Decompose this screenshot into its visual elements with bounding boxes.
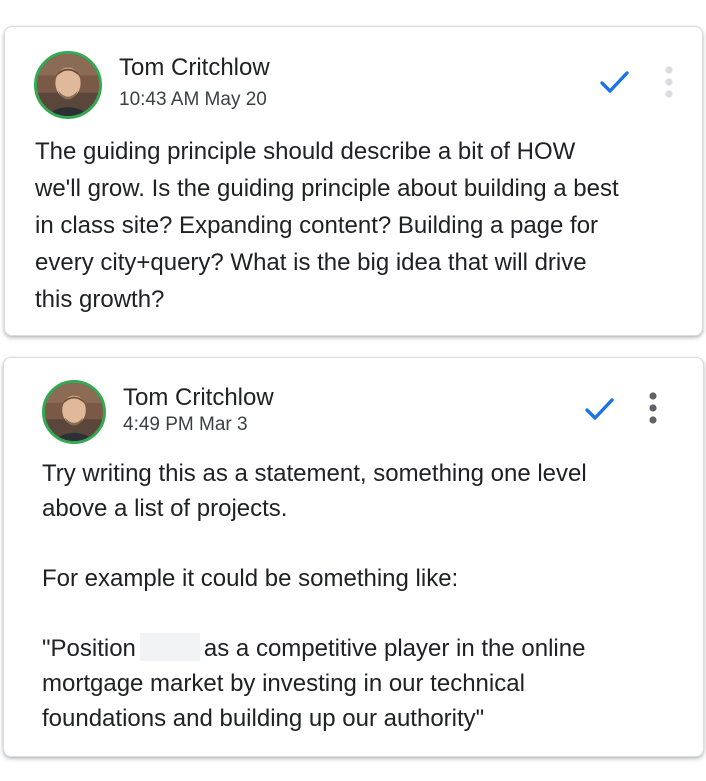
avatar (34, 51, 102, 119)
comment-text-line: The guiding principle should describe a … (35, 138, 576, 165)
comment-card[interactable]: Tom Critchlow 4:49 PM Mar 3 Try writing … (3, 357, 704, 757)
resolve-button[interactable] (595, 63, 633, 101)
comment-timestamp: 4:49 PM Mar 3 (123, 414, 248, 435)
more-vertical-icon (649, 392, 657, 424)
comment-text-line: in class site? Expanding content? Buildi… (35, 212, 599, 239)
comment-author: Tom Critchlow (119, 54, 270, 81)
comment-author: Tom Critchlow (123, 384, 274, 411)
comment-text-line: mortgage market by investing in our tech… (42, 670, 525, 697)
comment-text-line: Try writing this as a statement, somethi… (42, 460, 587, 487)
avatar (42, 380, 106, 444)
resolve-button[interactable] (580, 390, 618, 428)
more-options-button[interactable] (643, 390, 663, 428)
comment-text-line: this growth? (35, 286, 165, 313)
avatar-photo (37, 54, 99, 116)
checkmark-icon (600, 71, 629, 93)
comment-card[interactable]: Tom Critchlow 10:43 AM May 20 The guidin… (4, 26, 703, 336)
comment-text-line: above a list of projects. (42, 495, 288, 522)
comment-text-line: "Position as a competitive player in the … (42, 631, 682, 666)
redacted-text (139, 633, 200, 661)
avatar-photo (45, 383, 103, 441)
comment-text-fragment: "Position (42, 635, 136, 662)
checkmark-icon (585, 398, 614, 420)
comment-text-line: For example it could be something like: (42, 565, 459, 592)
more-vertical-icon (665, 66, 673, 98)
comment-text-line: foundations and building up our authorit… (42, 705, 485, 732)
comment-text-line: every city+query? What is the big idea t… (35, 249, 587, 276)
comment-text-fragment: as a competitive player in the online (203, 635, 586, 662)
more-options-button[interactable] (659, 64, 679, 102)
comment-body: The guiding principle should describe a … (35, 133, 695, 318)
comment-body: Try writing this as a statement, somethi… (42, 456, 682, 736)
comment-text-line: we'll grow. Is the guiding principle abo… (35, 175, 619, 202)
comment-timestamp: 10:43 AM May 20 (119, 89, 267, 110)
